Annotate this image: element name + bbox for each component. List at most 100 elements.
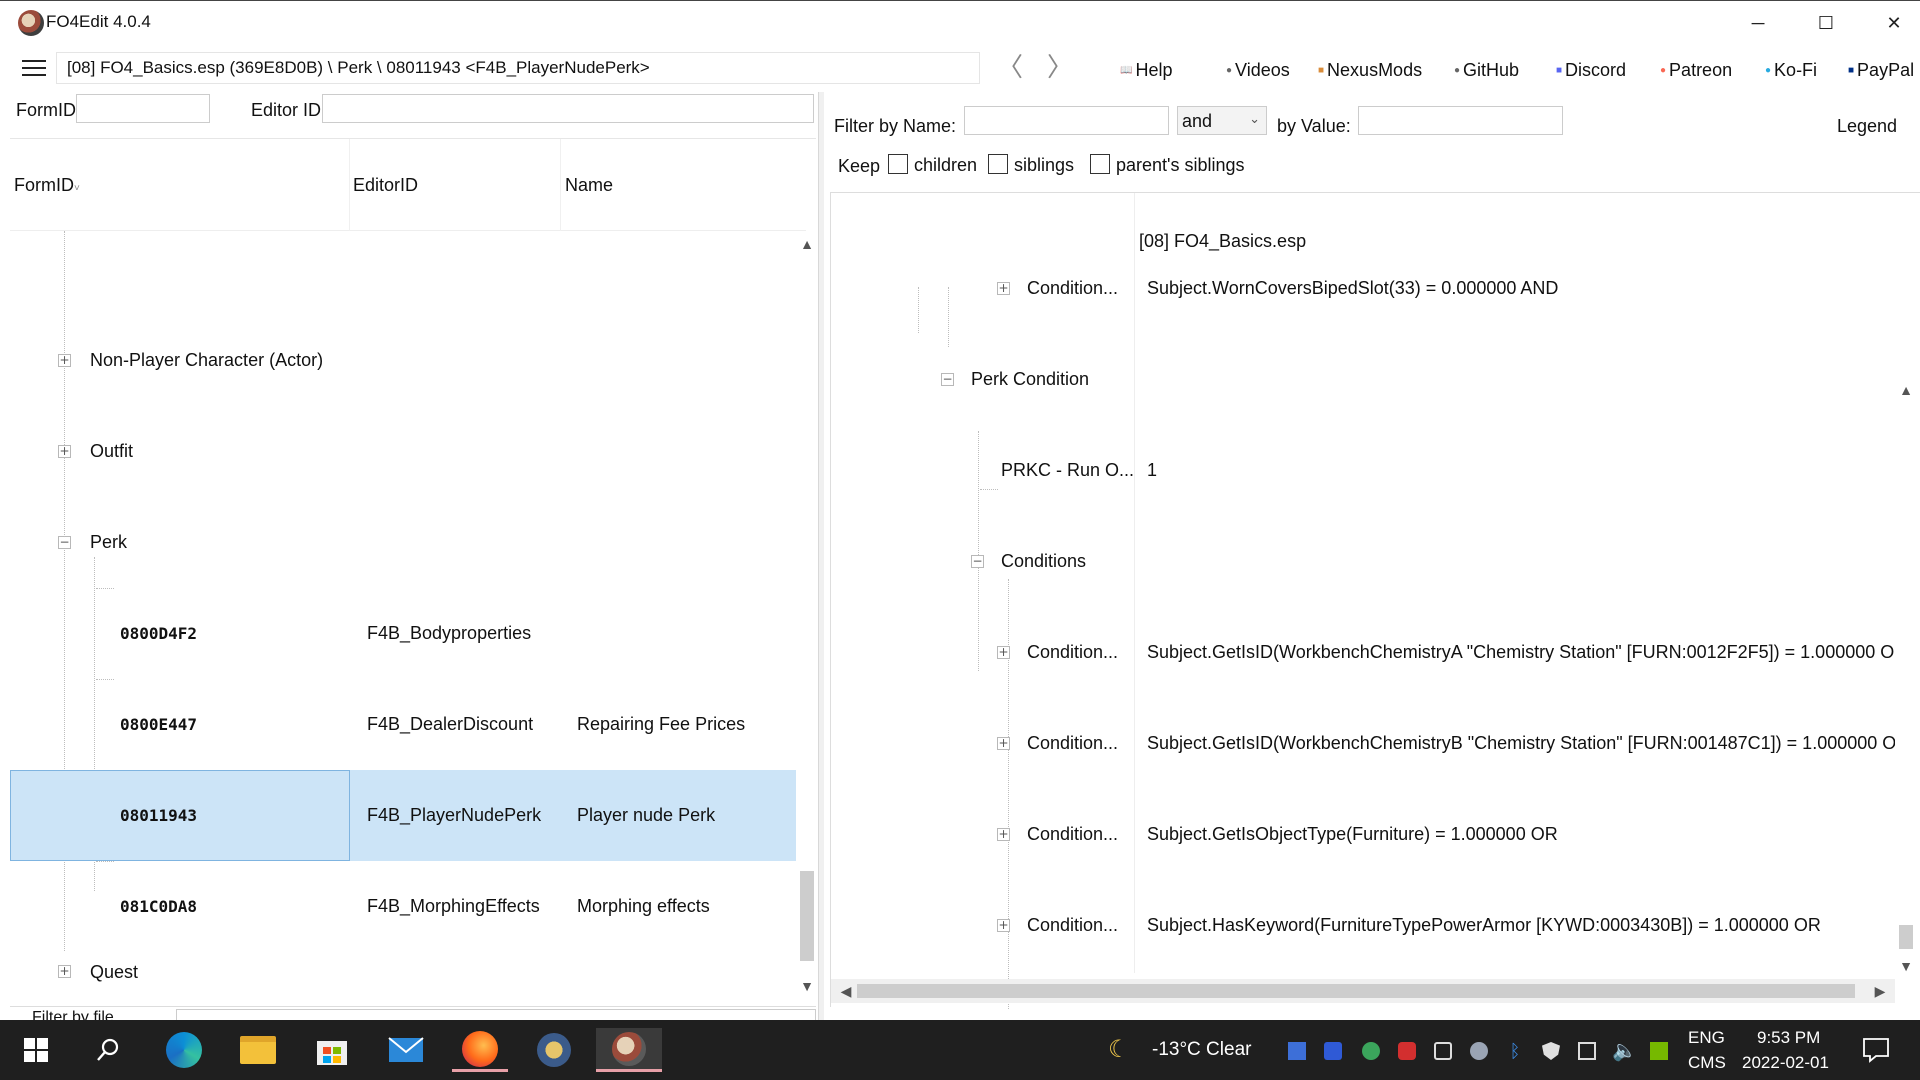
github-link[interactable]: ● GitHub [1454,58,1519,82]
discord-link[interactable]: ■ Discord [1556,58,1626,82]
volume-icon[interactable]: 🔈 [1612,1038,1637,1063]
expand-icon[interactable]: + [997,282,1010,295]
store-button[interactable] [304,1028,360,1072]
and-or-select[interactable]: and ⌄ [1177,106,1267,135]
expand-icon[interactable]: + [58,445,71,458]
condition-row[interactable]: + Condition... Subject.WornCoversBipedSl… [831,243,1891,334]
field-value[interactable]: Subject.WornCoversBipedSlot(33) = 0.0000… [1147,243,1558,334]
fallout-button[interactable] [526,1028,582,1072]
record-path-field[interactable]: [08] FO4_Basics.esp (369E8D0B) \ Perk \ … [56,52,980,84]
record-view-hscrollbar[interactable]: ◀ ▶ [831,979,1895,1003]
editorid-filter-input[interactable] [322,94,814,123]
search-button[interactable] [80,1028,136,1072]
condition-row[interactable]: + Condition... Subject.GetIsID(Workbench… [831,698,1909,789]
videos-link[interactable]: ● Videos [1226,58,1290,82]
file-explorer-button[interactable] [230,1028,286,1072]
camera-icon[interactable] [1434,1042,1452,1060]
start-button[interactable] [8,1028,64,1072]
mcafee-icon[interactable] [1398,1042,1416,1060]
scroll-up-icon[interactable]: ▲ [1895,379,1917,401]
scroll-right-icon[interactable]: ▶ [1869,980,1891,1002]
security-shield-icon[interactable] [1542,1042,1560,1060]
table-row-selected[interactable]: 08011943 F4B_PlayerNudePerk Player nude … [10,770,796,861]
monitor-icon[interactable] [1288,1042,1306,1060]
keep-parents-siblings-checkbox[interactable] [1090,154,1110,174]
expand-icon[interactable]: + [997,737,1010,750]
scroll-thumb[interactable] [857,984,1855,998]
scroll-down-icon[interactable]: ▼ [796,975,818,997]
legend-button[interactable]: Legend [1837,116,1897,137]
language-indicator[interactable]: ENG [1688,1028,1725,1048]
prkc-row[interactable]: PRKC - Run O... 1 [831,425,1891,516]
malwarebytes-icon[interactable] [1324,1042,1342,1060]
expand-icon[interactable]: + [58,965,71,978]
bluetooth-icon[interactable]: ᛒ [1506,1042,1524,1060]
back-arrow-icon[interactable]: 〈 [990,52,1030,84]
nvidia-icon[interactable] [1650,1042,1668,1060]
table-row[interactable]: 0800D4F2 F4B_Bodyproperties [10,588,796,679]
perk-condition-row[interactable]: − Perk Condition [831,334,1891,425]
table-row[interactable]: 0800E447 F4B_DealerDiscount Repairing Fe… [10,679,796,770]
table-row[interactable]: 081C0DA8 F4B_MorphingEffects Morphing ef… [10,861,796,952]
scroll-thumb[interactable] [1899,925,1913,949]
filter-value-input[interactable] [1358,106,1563,135]
forward-arrow-icon[interactable]: 〉 [1040,52,1080,84]
expand-icon[interactable]: + [997,828,1010,841]
keep-siblings-checkbox[interactable] [988,154,1008,174]
steam-icon[interactable] [1470,1042,1488,1060]
weather-text[interactable]: -13°C Clear [1152,1039,1251,1061]
column-name[interactable]: Name [565,175,613,196]
tree-scrollbar[interactable]: ▲ ▼ [796,231,818,1001]
collapse-icon[interactable]: − [941,373,954,386]
expand-icon[interactable]: + [997,919,1010,932]
hamburger-menu-icon[interactable] [20,58,48,78]
kofi-link[interactable]: ● Ko-Fi [1765,58,1817,82]
keyboard-layout-indicator[interactable]: CMS [1688,1053,1726,1073]
scroll-left-icon[interactable]: ◀ [835,980,857,1002]
firefox-button[interactable] [452,1028,508,1072]
edge-taskbar-button[interactable] [156,1028,212,1072]
scroll-down-icon[interactable]: ▼ [1895,955,1917,977]
column-editorid[interactable]: EditorID [353,175,418,196]
record-view-vscrollbar[interactable]: ▲ ▼ [1895,379,1917,979]
collapse-icon[interactable]: − [971,555,984,568]
keep-children-checkbox[interactable] [888,154,908,174]
scroll-up-icon[interactable]: ▲ [796,233,818,255]
field-value[interactable]: Subject.GetIsObjectType(Furniture) = 1.0… [1147,789,1558,880]
notification-center-button[interactable] [1848,1028,1904,1072]
close-button[interactable]: ✕ [1860,1,1920,45]
fo4edit-taskbar-button[interactable] [596,1028,662,1072]
collapse-icon[interactable]: − [58,536,71,549]
tree-group-quest[interactable]: + Quest [10,952,796,1001]
maximize-button[interactable]: ☐ [1792,1,1860,45]
help-link[interactable]: 📖 Help [1120,58,1172,82]
file-filter-input[interactable] [176,1009,816,1020]
fo4edit-window: FO4Edit 4.0.4 ─ ☐ ✕ [08] FO4_Basics.esp … [0,0,1920,1020]
field-value[interactable]: Subject.HasKeyword(FurnitureTypePowerArm… [1147,880,1821,971]
expand-icon[interactable]: + [997,646,1010,659]
scroll-thumb[interactable] [800,871,814,961]
patreon-link[interactable]: ● Patreon [1660,58,1732,82]
column-formid[interactable]: FormID˅ [14,175,80,196]
condition-row[interactable]: + Condition... Subject.HasKeyword(Furnit… [831,880,1891,971]
tree-group-perk[interactable]: − Perk [10,497,796,588]
clock-date[interactable]: 2022-02-01 [1742,1053,1829,1073]
filter-name-input[interactable] [964,106,1169,135]
paypal-link[interactable]: ■ PayPal [1848,58,1914,82]
expand-icon[interactable]: + [58,354,71,367]
field-value[interactable]: Subject.GetIsID(WorkbenchChemistryA "Che… [1147,607,1907,698]
xbox-icon[interactable] [1362,1042,1380,1060]
condition-row[interactable]: + Condition... Subject.GetIsID(Workbench… [831,607,1907,698]
mail-button[interactable] [378,1028,434,1072]
conditions-row[interactable]: − Conditions [831,516,1891,607]
clock-time[interactable]: 9:53 PM [1757,1028,1820,1048]
minimize-button[interactable]: ─ [1724,1,1792,45]
network-icon[interactable] [1578,1042,1596,1060]
field-value[interactable]: Subject.GetIsID(WorkbenchChemistryB "Che… [1147,698,1909,789]
tree-group-npc[interactable]: + Non-Player Character (Actor) [10,315,796,406]
formid-filter-input[interactable] [76,94,210,123]
field-value[interactable]: 1 [1147,425,1157,516]
nexusmods-link[interactable]: ■ NexusMods [1318,58,1422,82]
tree-group-outfit[interactable]: + Outfit [10,406,796,497]
condition-row[interactable]: + Condition... Subject.GetIsObjectType(F… [831,789,1891,880]
